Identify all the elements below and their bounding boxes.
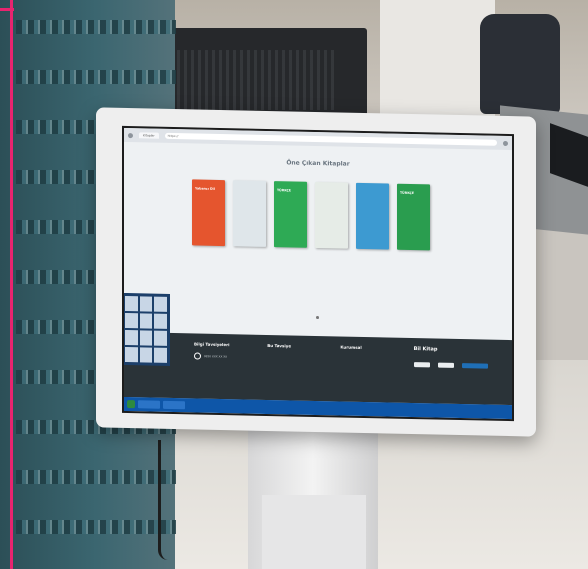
book-cover[interactable]: TÜRKÇE — [397, 183, 430, 251]
footer-contact: 0850 XXX XX XX — [194, 352, 245, 360]
shelf-row — [16, 470, 176, 484]
footer-button[interactable] — [437, 362, 454, 368]
footer-heading: Bu Tavsiye — [267, 342, 292, 349]
keypad-key[interactable] — [125, 295, 138, 312]
book-cover[interactable] — [315, 181, 348, 249]
keypad-key[interactable] — [154, 347, 167, 363]
keypad-key[interactable] — [125, 312, 138, 329]
keypad-key[interactable] — [139, 296, 153, 312]
kiosk-stand-base — [262, 495, 366, 569]
footer-brand: Bil Kitap — [413, 346, 512, 405]
book-caption — [356, 253, 389, 254]
onscreen-keypad — [122, 292, 170, 366]
carousel-indicator[interactable] — [316, 316, 319, 320]
book-cover[interactable] — [233, 180, 266, 247]
background-pillar — [380, 0, 495, 120]
kiosk-frame: Kitaplar https:// Öne Çıkan Kitaplar Yab… — [96, 107, 536, 437]
keypad-key[interactable] — [139, 313, 153, 329]
footer-heading: Bilgi Tavsiyeleri — [194, 341, 230, 348]
power-cable — [158, 440, 177, 560]
book-card[interactable]: TÜRKÇE — [397, 183, 430, 285]
book-cover[interactable] — [356, 182, 389, 250]
footer-links[interactable] — [340, 356, 391, 357]
book-cover-title: TÜRKÇE — [400, 190, 415, 196]
book-carousel: Yabancı Dil TÜRKÇE TÜRKÇE — [192, 179, 447, 284]
book-card[interactable] — [315, 181, 348, 283]
keypad-key[interactable] — [125, 329, 138, 346]
book-cover[interactable]: TÜRKÇE — [274, 181, 307, 248]
book-cover[interactable]: Yabancı Dil — [192, 179, 225, 247]
book-caption — [397, 254, 430, 255]
footer-column: Bilgi Tavsiyeleri 0850 XXX XX XX — [194, 341, 245, 399]
browser-tab[interactable]: Kitaplar — [139, 132, 159, 139]
rear-monitor — [147, 28, 367, 120]
shelf-row — [16, 20, 176, 34]
keypad-key[interactable] — [139, 347, 153, 363]
background-chair — [480, 14, 560, 114]
book-card[interactable] — [233, 180, 266, 281]
site-footer: Bilgi Tavsiyeleri 0850 XXX XX XX Bu Tavs… — [124, 331, 512, 406]
book-cover-title: Yabancı Dil — [195, 186, 215, 191]
menu-icon[interactable] — [503, 140, 508, 146]
book-caption — [192, 249, 225, 250]
book-cover-title — [236, 188, 263, 189]
book-cover-title: TÜRKÇE — [277, 188, 292, 193]
book-card[interactable]: TÜRKÇE — [274, 181, 307, 282]
book-cover-title — [359, 191, 386, 192]
footer-column: Bu Tavsiye — [267, 343, 318, 401]
book-caption — [315, 252, 348, 253]
footer-phone: 0850 XXX XX XX — [203, 354, 228, 359]
book-caption — [274, 251, 307, 252]
phone-icon — [194, 352, 201, 360]
start-icon[interactable] — [127, 400, 135, 409]
taskbar-app-button[interactable] — [138, 400, 160, 409]
taskbar-app-button[interactable] — [163, 400, 185, 410]
accent-line-vertical — [10, 0, 13, 569]
keypad-key[interactable] — [154, 313, 167, 329]
footer-column: Kurumsal — [340, 345, 391, 403]
footer-links[interactable] — [267, 354, 318, 355]
footer-heading: Kurumsal — [340, 344, 362, 350]
book-card[interactable] — [356, 182, 389, 284]
section-title: Öne Çıkan Kitaplar — [286, 159, 350, 168]
footer-button[interactable] — [413, 362, 430, 368]
keypad-key[interactable] — [125, 346, 138, 363]
keypad-key[interactable] — [154, 330, 167, 346]
kiosk-screen: Kitaplar https:// Öne Çıkan Kitaplar Yab… — [122, 125, 514, 422]
brand-logo: Bil Kitap — [413, 346, 438, 353]
accent-line-horizontal — [0, 8, 14, 11]
book-card[interactable]: Yabancı Dil — [192, 179, 225, 280]
book-caption — [233, 250, 266, 251]
back-icon[interactable] — [128, 132, 133, 138]
footer-primary-button[interactable] — [461, 363, 488, 369]
keypad-key[interactable] — [154, 296, 167, 312]
shelf-row — [16, 70, 176, 84]
shelf-row — [16, 520, 176, 534]
page-content: Öne Çıkan Kitaplar Yabancı Dil TÜRKÇE TÜRK… — [124, 141, 512, 341]
book-cover-title — [318, 190, 345, 191]
keypad-key[interactable] — [139, 330, 153, 346]
